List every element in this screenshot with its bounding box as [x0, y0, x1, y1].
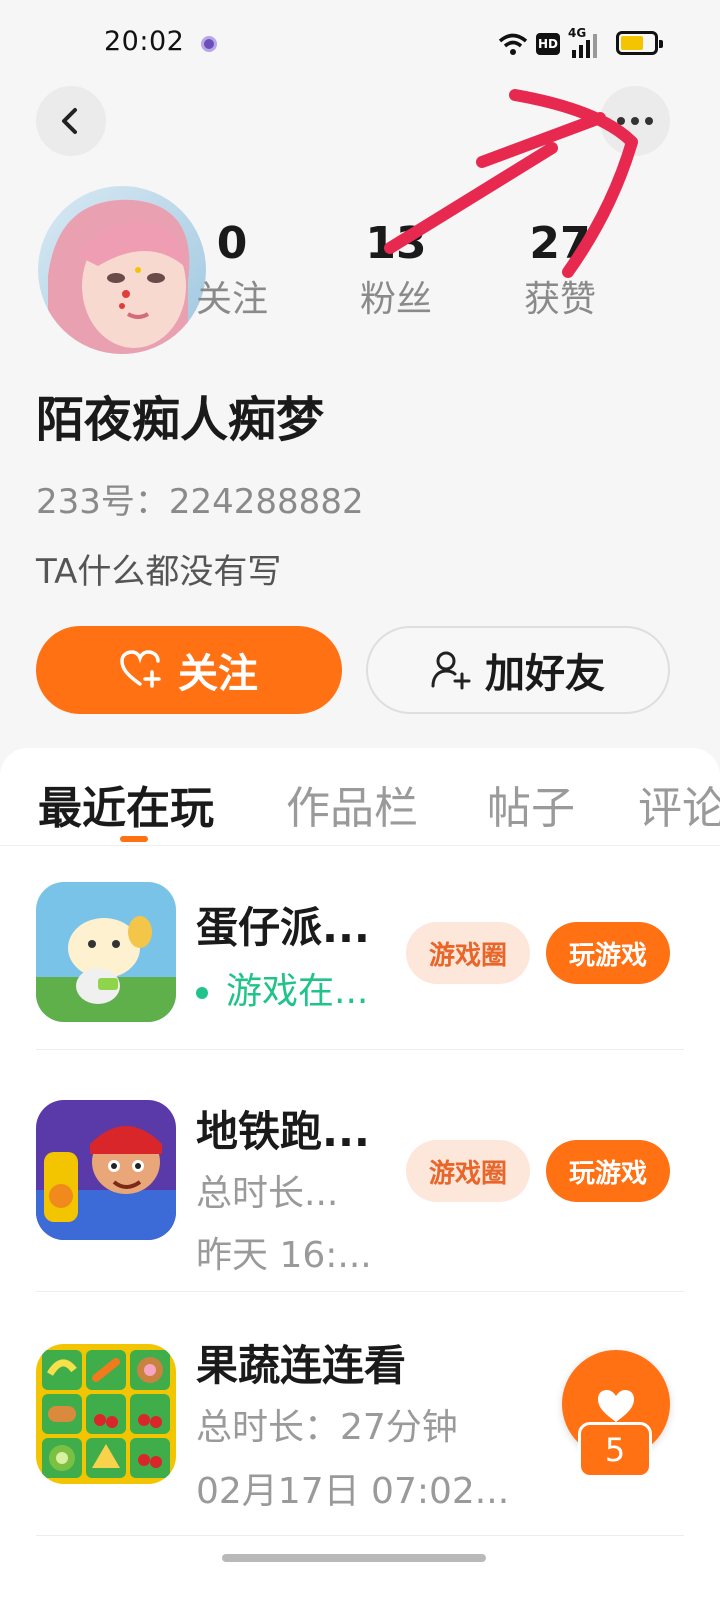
stat-following-label: 关注	[195, 279, 268, 320]
eggy-party-game-icon	[36, 882, 176, 1022]
stat-fans[interactable]: 13 粉丝	[336, 218, 456, 324]
play-game-button[interactable]: 玩游戏	[546, 1140, 670, 1202]
signal-icon: 4G	[568, 26, 602, 58]
game-row-subway-surfers[interactable]: 地铁跑... 总时长... 昨天 16:... 游戏圈 玩游戏	[36, 1050, 684, 1292]
stat-likes-value: 27	[529, 218, 591, 269]
stat-following-value: 0	[216, 218, 248, 269]
tab-recently-played[interactable]: 最近在玩	[38, 772, 214, 836]
fruit-match-game-icon	[36, 1344, 176, 1484]
heart-plus-icon	[120, 650, 161, 688]
notification-dot-icon	[201, 36, 217, 52]
stat-fans-label: 粉丝	[359, 279, 432, 320]
game-circle-button[interactable]: 游戏圈	[406, 1140, 530, 1202]
network-type-label: 4G	[568, 26, 587, 40]
tab-bar: 最近在玩 作品栏 帖子 评论	[0, 748, 720, 846]
profile-nickname: 陌夜痴人痴梦	[36, 392, 325, 448]
tab-comments[interactable]: 评论	[638, 772, 720, 836]
profile-screen: 20:02 HD 4G 0 关注 13 粉丝 27 获赞 陌夜痴人痴梦 233号…	[0, 0, 720, 1600]
game-total-time: 总时长...	[196, 1173, 339, 1214]
online-dot-icon	[196, 987, 208, 999]
game-circle-button[interactable]: 游戏圈	[406, 922, 530, 984]
stat-likes-label: 获赞	[523, 279, 596, 320]
profile-bio: TA什么都没有写	[36, 552, 282, 592]
game-status-text: 游戏在...	[226, 971, 369, 1012]
like-count-badge: 5	[578, 1422, 652, 1478]
status-time: 20:02	[104, 26, 185, 57]
play-game-button[interactable]: 玩游戏	[546, 922, 670, 984]
tab-active-indicator	[120, 836, 148, 842]
more-dots-icon	[617, 117, 653, 125]
follow-button-label: 关注	[178, 651, 258, 697]
game-online-status: 游戏在...	[196, 962, 368, 1014]
add-friend-button[interactable]: 加好友	[366, 626, 670, 714]
home-indicator[interactable]	[222, 1554, 486, 1562]
subway-surfers-game-icon	[36, 1100, 176, 1240]
system-icons: HD 4G	[498, 26, 602, 58]
stat-fans-value: 13	[365, 218, 427, 269]
game-title: 蛋仔派...	[196, 903, 370, 952]
stat-following[interactable]: 0 关注	[172, 218, 292, 324]
status-bar: 20:02 HD 4G	[0, 0, 720, 90]
game-last-played: 02月17日 07:02...	[196, 1471, 510, 1512]
game-title: 地铁跑...	[196, 1107, 370, 1156]
battery-level	[621, 36, 644, 50]
more-button[interactable]	[600, 86, 670, 156]
game-row-eggy-party[interactable]: 蛋仔派... 游戏在... 游戏圈 玩游戏	[36, 846, 684, 1050]
game-total-time: 总时长：27分钟	[196, 1407, 458, 1448]
wifi-icon	[498, 33, 528, 55]
tab-works[interactable]: 作品栏	[286, 772, 418, 836]
tab-posts[interactable]: 帖子	[487, 772, 575, 836]
game-last-played: 昨天 16:...	[196, 1235, 372, 1276]
follow-button[interactable]: 关注	[36, 626, 342, 714]
add-user-icon	[431, 651, 471, 690]
back-button[interactable]	[36, 86, 106, 156]
game-title: 果蔬连连看	[196, 1341, 407, 1390]
hd-badge-icon: HD	[536, 33, 560, 55]
add-friend-button-label: 加好友	[485, 651, 605, 697]
stat-likes[interactable]: 27 获赞	[500, 218, 620, 324]
profile-user-id: 233号：224288882	[36, 482, 364, 522]
battery-icon	[616, 31, 663, 55]
chevron-left-icon	[62, 108, 77, 134]
